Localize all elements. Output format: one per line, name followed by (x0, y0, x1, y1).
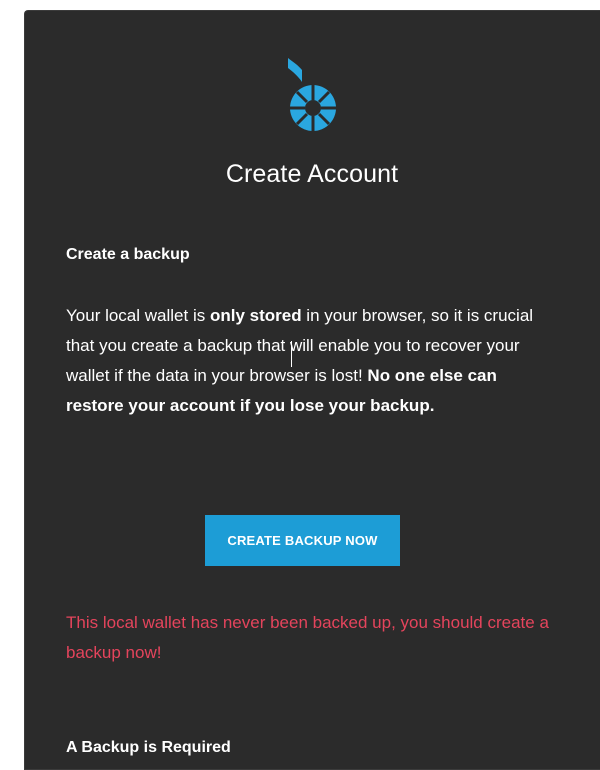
backup-required-heading: A Backup is Required (66, 739, 231, 756)
backup-warning: This local wallet has never been backed … (66, 613, 549, 662)
create-backup-button[interactable]: CREATE BACKUP NOW (205, 515, 400, 566)
logo-top-stroke (288, 58, 302, 82)
text-cursor (291, 341, 292, 367)
logo-center (305, 100, 321, 116)
description-emphasis: only stored (209, 306, 302, 325)
description-text: Your local wallet is (66, 306, 210, 325)
backup-description: Your local wallet is only stored in your… (66, 301, 556, 421)
page: Create Account Create a backup Your loca… (0, 0, 600, 770)
backup-heading: Create a backup (66, 246, 190, 263)
bitshares-logo-icon (288, 58, 336, 131)
page-title: Create Account (225, 160, 399, 188)
